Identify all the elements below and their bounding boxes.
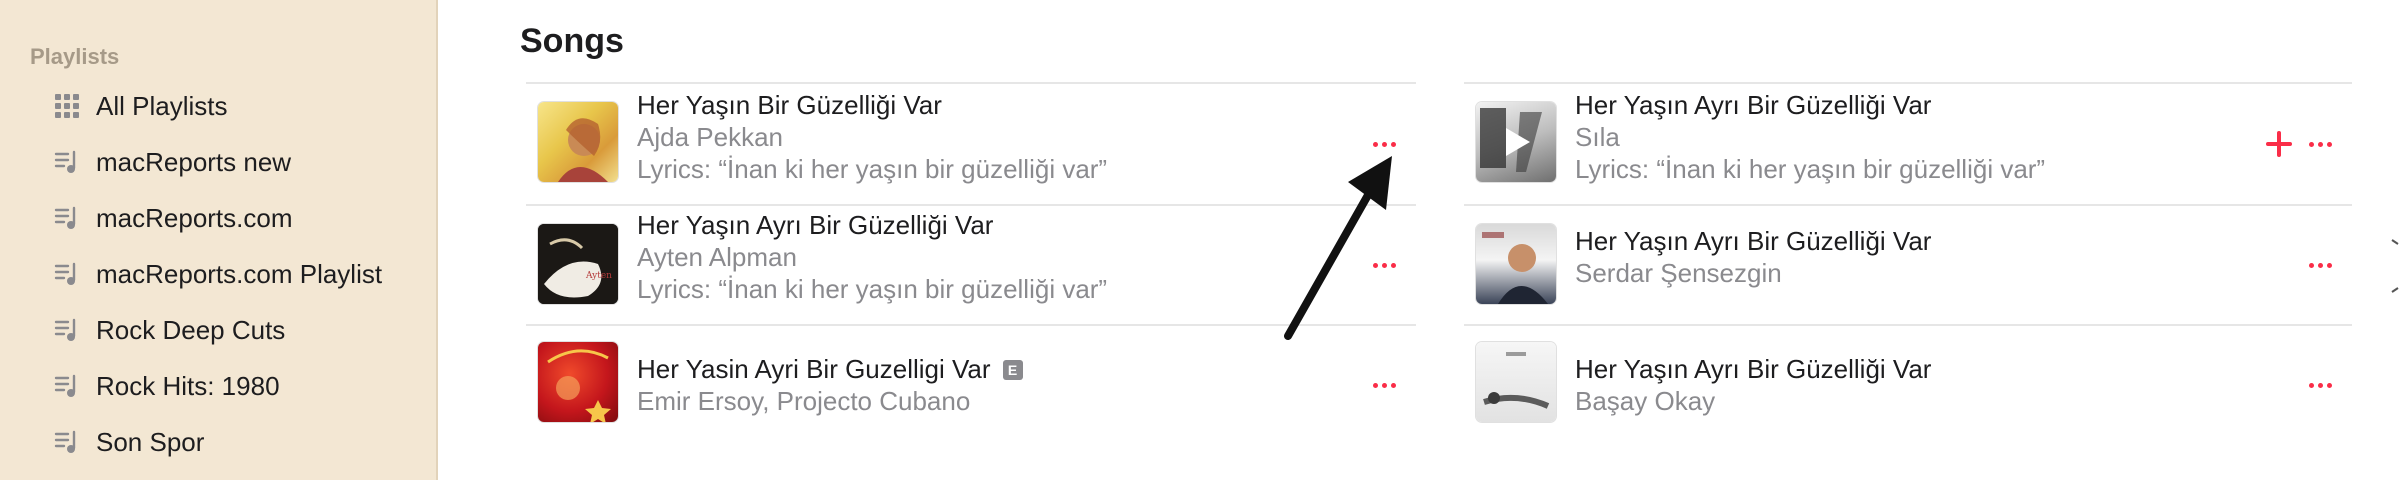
song-artist[interactable]: Serdar Şensezgin bbox=[1575, 258, 1782, 289]
song-title: Her Yaşın Ayrı Bir Güzelliği Var bbox=[1575, 354, 1932, 384]
sidebar-item-label: Rock Hits: 1980 bbox=[96, 370, 280, 401]
svg-text:Ayten: Ayten bbox=[585, 271, 612, 281]
album-art[interactable]: Ayten bbox=[538, 224, 618, 304]
album-art[interactable] bbox=[538, 102, 618, 182]
play-icon[interactable] bbox=[1476, 102, 1556, 182]
song-artist[interactable]: Ayten Alpman bbox=[637, 242, 797, 273]
more-options-button[interactable] bbox=[2302, 370, 2338, 400]
song-lyrics: Lyrics: “İnan ki her yaşın bir güzelliği… bbox=[637, 274, 1108, 304]
sidebar-item-rock-deep-cuts[interactable]: Rock Deep Cuts bbox=[52, 310, 422, 350]
sidebar-section-title: Playlists bbox=[30, 44, 120, 69]
song-title: Her Yaşın Ayrı Bir Güzelliği Var bbox=[1575, 226, 1932, 256]
sidebar-item-macreports-new[interactable]: macReports new bbox=[52, 142, 422, 182]
more-options-button[interactable] bbox=[2302, 129, 2338, 159]
song-artist[interactable]: Ajda Pekkan bbox=[637, 122, 783, 153]
album-art[interactable] bbox=[1476, 224, 1556, 304]
annotation-arrow bbox=[1284, 156, 1392, 340]
sidebar-item-label: macReports.com bbox=[96, 202, 293, 233]
playlist-icon bbox=[52, 203, 82, 233]
playlist-icon bbox=[52, 427, 82, 457]
sidebar-item-label: All Playlists bbox=[96, 90, 228, 121]
sidebar-item-label: macReports.com Playlist bbox=[96, 258, 383, 289]
section-title-songs: Songs bbox=[520, 22, 624, 60]
song-row[interactable]: Her Yaşın Ayrı Bir Güzelliği Var Serdar … bbox=[1464, 204, 2352, 324]
playlist-icon bbox=[52, 259, 82, 289]
song-lyrics: Lyrics: “İnan ki her yaşın bir güzelliği… bbox=[1575, 154, 2046, 184]
song-title: Her Yaşın Ayrı Bir Güzelliği Var bbox=[1575, 90, 1932, 120]
album-art[interactable] bbox=[538, 342, 618, 422]
song-row[interactable]: Her Yaşın Ayrı Bir Güzelliği Var Sıla Ly… bbox=[1464, 82, 2352, 204]
sidebar-item-rock-hits-1980[interactable]: Rock Hits: 1980 bbox=[52, 366, 422, 406]
song-artist[interactable]: Başay Okay bbox=[1575, 386, 1715, 417]
sidebar-item-macreports-com[interactable]: macReports.com bbox=[52, 198, 422, 238]
song-title-text: Her Yasin Ayri Bir Guzelligi Var bbox=[637, 354, 991, 384]
sidebar-item-label: Rock Deep Cuts bbox=[96, 314, 286, 345]
song-title: Her Yasin Ayri Bir Guzelligi Var E bbox=[637, 354, 1023, 385]
song-row[interactable]: Her Yaşın Ayrı Bir Güzelliği Var Başay O… bbox=[1464, 324, 2352, 444]
song-lyrics: Lyrics: “İnan ki her yaşın bir güzelliği… bbox=[637, 154, 1108, 184]
more-options-button[interactable] bbox=[2302, 250, 2338, 280]
songs-column-right: Her Yaşın Ayrı Bir Güzelliği Var Sıla Ly… bbox=[1464, 82, 2352, 444]
album-art[interactable] bbox=[1476, 342, 1556, 422]
sidebar-item-label: macReports new bbox=[96, 146, 292, 177]
song-title: Her Yaşın Bir Güzelliği Var bbox=[637, 90, 942, 120]
song-artist[interactable]: Emir Ersoy, Projecto Cubano bbox=[637, 386, 970, 417]
playlist-icon bbox=[52, 315, 82, 345]
sidebar: Playlists All Playlists macReports new m… bbox=[0, 0, 438, 480]
sidebar-item-all-playlists[interactable]: All Playlists bbox=[52, 86, 422, 126]
album-art[interactable] bbox=[1476, 102, 1556, 182]
song-title: Her Yaşın Ayrı Bir Güzelliği Var bbox=[637, 210, 994, 240]
grid-icon bbox=[52, 91, 82, 121]
more-options-button[interactable] bbox=[1366, 370, 1402, 400]
explicit-badge: E bbox=[1002, 360, 1023, 380]
sidebar-item-macreports-playlist[interactable]: macReports.com Playlist bbox=[52, 254, 422, 294]
sidebar-item-label: Son Spor bbox=[96, 426, 205, 457]
playlist-icon bbox=[52, 371, 82, 401]
main-content: Songs Her Yaşın Bir Güzelliği Var Ajda P… bbox=[440, 0, 2400, 480]
sidebar-item-son-spor[interactable]: Son Spor bbox=[52, 422, 422, 462]
add-to-library-button[interactable] bbox=[2264, 129, 2294, 159]
scroll-chevron-icon[interactable] bbox=[2390, 230, 2400, 310]
playlist-icon bbox=[52, 147, 82, 177]
song-artist[interactable]: Sıla bbox=[1575, 122, 1620, 153]
